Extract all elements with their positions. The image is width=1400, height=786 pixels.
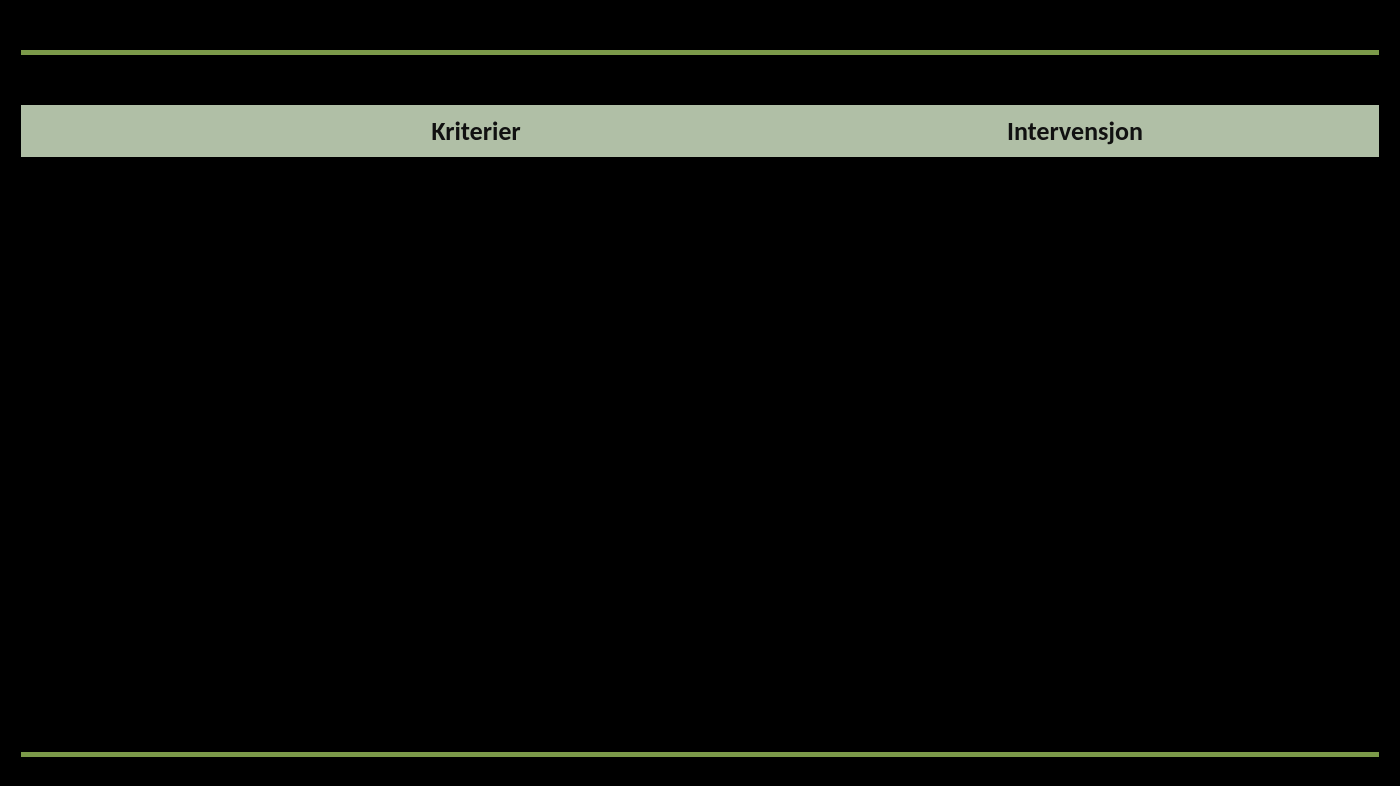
table-header-kriterier: Kriterier — [181, 115, 771, 147]
bottom-divider — [21, 752, 1379, 757]
top-divider — [21, 50, 1379, 55]
table-header-intervensjon: Intervensjon — [771, 115, 1379, 147]
table-header-row: Kriterier Intervensjon — [21, 105, 1379, 157]
